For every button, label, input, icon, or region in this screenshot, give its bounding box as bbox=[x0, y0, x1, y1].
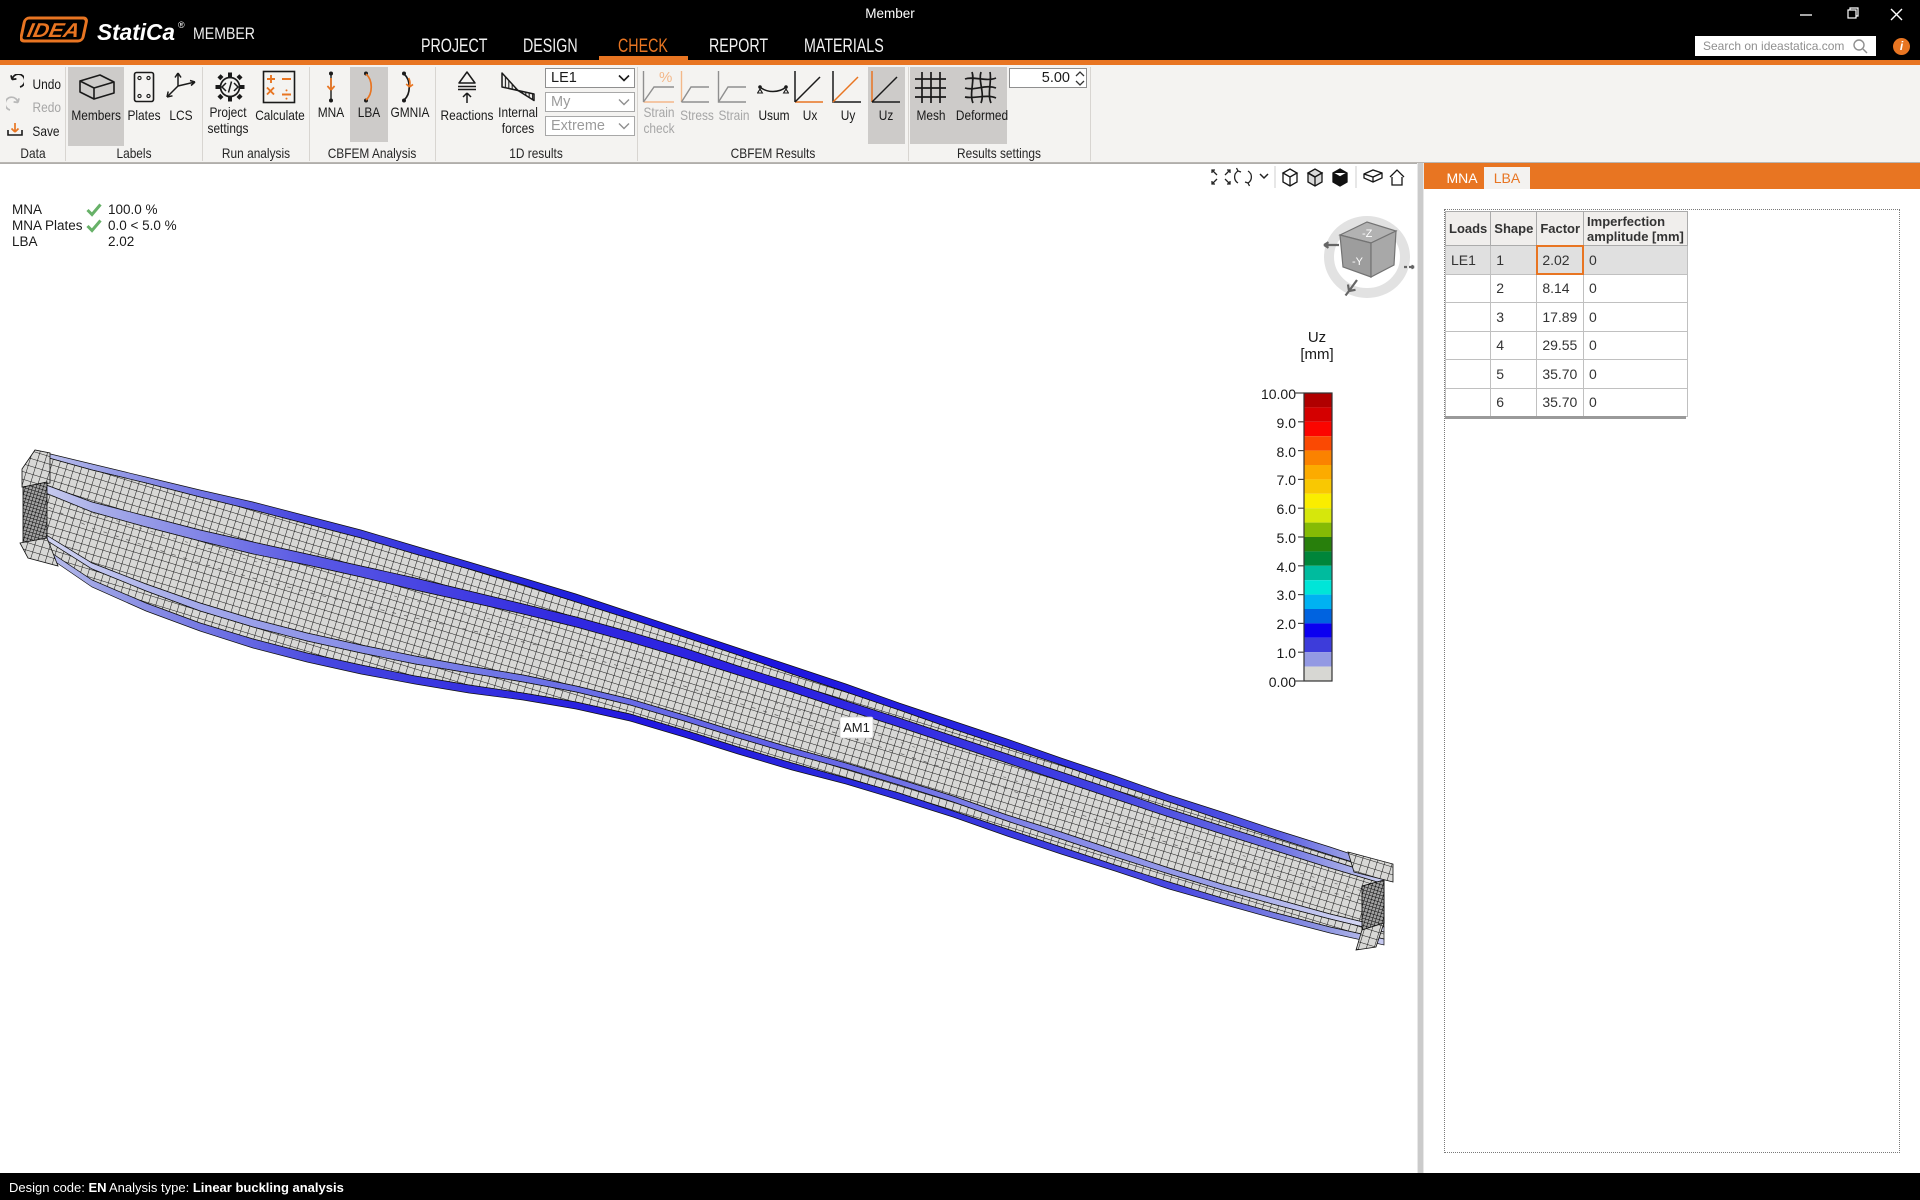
svg-text:AM1: AM1 bbox=[843, 720, 870, 735]
